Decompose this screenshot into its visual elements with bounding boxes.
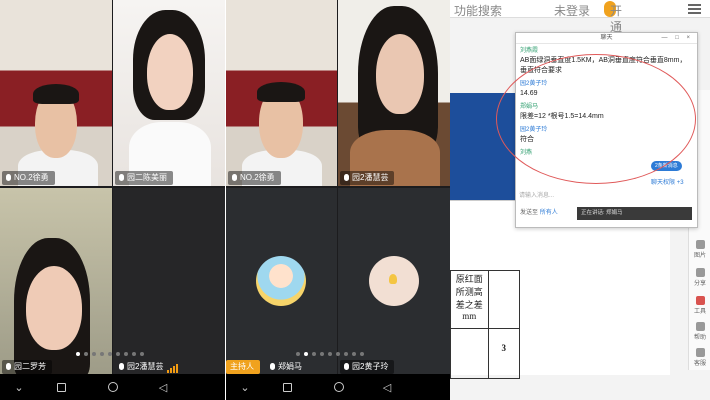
avatar xyxy=(256,256,306,306)
person-face xyxy=(26,266,82,350)
participant-name: 园二罗芳 xyxy=(14,362,46,371)
sidebar-item-tools[interactable]: 工具 xyxy=(689,296,710,315)
video-tile-1[interactable]: NO.2徐勇 xyxy=(0,0,112,186)
chat-permission-count: +3 xyxy=(676,180,684,186)
feature-search[interactable]: 功能搜索 xyxy=(454,2,502,19)
sidebar-item-image[interactable]: 图片 xyxy=(689,240,710,259)
video-tile-8[interactable]: 园2黄子玲 xyxy=(338,188,450,374)
nav-collapse-icon[interactable]: ⌄ xyxy=(230,374,260,400)
table-header: 原红面所测高差之差 xyxy=(455,274,483,310)
participant-name-tag: 园二罗芳 xyxy=(2,360,52,374)
video-tile-5[interactable]: 园二罗芳 xyxy=(0,188,112,374)
person-face xyxy=(376,34,424,114)
tools-icon xyxy=(695,296,705,305)
sidebar-label: 客服 xyxy=(693,361,706,367)
help-icon xyxy=(695,322,705,331)
video-feed xyxy=(113,188,225,374)
menu-icon[interactable] xyxy=(688,4,701,14)
signal-strength-icon xyxy=(167,363,178,373)
mic-icon xyxy=(6,363,11,370)
sidebar-label: 工具 xyxy=(693,309,706,315)
chat-title: 聊天 xyxy=(600,35,613,41)
sidebar-item-share[interactable]: 分享 xyxy=(689,268,710,287)
window-controls[interactable]: — □ × xyxy=(662,33,693,44)
sidebar-item-service[interactable]: 客服 xyxy=(689,348,710,367)
participant-name-tag: 园2黄子玲 xyxy=(340,360,395,374)
send-to-label: 发送至 xyxy=(520,210,539,216)
speaking-notice: 正在讲话: 郑娟马 xyxy=(577,207,692,220)
chat-permission-label: 聊天权限 xyxy=(651,180,676,186)
participant-name: 园2潘慧芸 xyxy=(127,362,164,371)
participant-name: 郑娟马 xyxy=(278,362,302,371)
table-header-cell: 原红面所测高差之差 mm xyxy=(450,270,489,329)
participant-name-tag: 园2潘慧芸 xyxy=(340,171,395,185)
chat-title-bar: 聊天 — □ × xyxy=(516,33,697,44)
login-link[interactable]: 未登录 xyxy=(554,2,590,19)
vip-button[interactable]: 开通会员 xyxy=(604,1,622,66)
annotation-ellipse xyxy=(496,54,696,184)
host-label: 主持人 xyxy=(230,362,254,371)
video-tile-3[interactable]: NO.2徐勇 xyxy=(226,0,337,186)
service-icon xyxy=(695,348,705,357)
chat-input[interactable]: 请输入消息... xyxy=(519,190,554,199)
app-top-bar: 功能搜索 未登录 开通会员 xyxy=(450,0,710,66)
mic-icon xyxy=(119,174,124,181)
participant-name: NO.2徐勇 xyxy=(240,173,275,182)
sidebar-label: 分享 xyxy=(693,281,706,287)
video-tile-4[interactable]: 园2潘慧芸 xyxy=(338,0,450,186)
nav-back-icon[interactable]: ◁ xyxy=(148,374,178,400)
video-tile-2[interactable]: 园二陈美丽 xyxy=(113,0,225,186)
person-face xyxy=(147,34,193,110)
participant-name: 园2潘慧芸 xyxy=(352,173,389,182)
phone-screen-left: NO.2徐勇 园二陈美丽 园二罗芳 园2潘慧芸 ⌄ ◁ xyxy=(0,0,225,400)
person-hair xyxy=(257,82,305,102)
document-table: 原红面所测高差之差 mm 3 xyxy=(450,270,521,379)
sidebar-label: 帮助 xyxy=(693,335,706,341)
participant-name-tag: 郑娟马 xyxy=(266,360,308,374)
android-nav-bar: ⌄ ◁ xyxy=(0,374,225,400)
participant-name: 园2黄子玲 xyxy=(352,362,389,371)
person-hair xyxy=(33,84,79,104)
share-icon xyxy=(695,268,705,277)
nav-recents-icon[interactable] xyxy=(272,374,302,400)
phone-screen-right: NO.2徐勇 园2潘慧芸 主持人 郑娟马 园2黄子玲 ⌄ ◁ xyxy=(226,0,450,400)
nav-collapse-icon[interactable]: ⌄ xyxy=(4,374,34,400)
mic-icon xyxy=(232,174,237,181)
mic-icon xyxy=(270,363,275,370)
participant-name-tag: 园2潘慧芸 xyxy=(115,360,169,374)
participant-name-tag: 园二陈美丽 xyxy=(115,171,173,185)
android-nav-bar: ⌄ ◁ xyxy=(226,374,450,400)
page-indicator xyxy=(296,352,364,356)
send-to-value: 所有人 xyxy=(539,210,558,216)
sidebar-label: 图片 xyxy=(693,253,706,259)
table-value: 3 xyxy=(501,343,507,353)
page-indicator xyxy=(76,352,144,356)
host-badge: 主持人 xyxy=(226,360,260,374)
nav-recents-icon[interactable] xyxy=(46,374,76,400)
lightbulb-icon xyxy=(389,274,397,284)
mic-icon xyxy=(119,363,124,370)
table-cell: 3 xyxy=(487,328,521,379)
nav-home-icon[interactable] xyxy=(98,374,128,400)
participant-name-tag: NO.2徐勇 xyxy=(2,171,55,185)
participant-name-tag: NO.2徐勇 xyxy=(228,171,281,185)
video-tile-6[interactable]: 园2潘慧芸 xyxy=(113,188,225,374)
nav-back-icon[interactable]: ◁ xyxy=(372,374,402,400)
mic-icon xyxy=(6,174,11,181)
mic-icon xyxy=(344,174,349,181)
video-tile-7[interactable]: 主持人 郑娟马 xyxy=(226,188,337,374)
sidebar-item-help[interactable]: 帮助 xyxy=(689,322,710,341)
participant-name: 园二陈美丽 xyxy=(127,173,167,182)
participant-name: NO.2徐勇 xyxy=(14,173,49,182)
mic-icon xyxy=(344,363,349,370)
table-unit: mm xyxy=(462,311,477,321)
nav-home-icon[interactable] xyxy=(324,374,354,400)
chat-permission-link[interactable]: 聊天权限 +3 xyxy=(651,177,684,186)
image-icon xyxy=(695,240,705,249)
